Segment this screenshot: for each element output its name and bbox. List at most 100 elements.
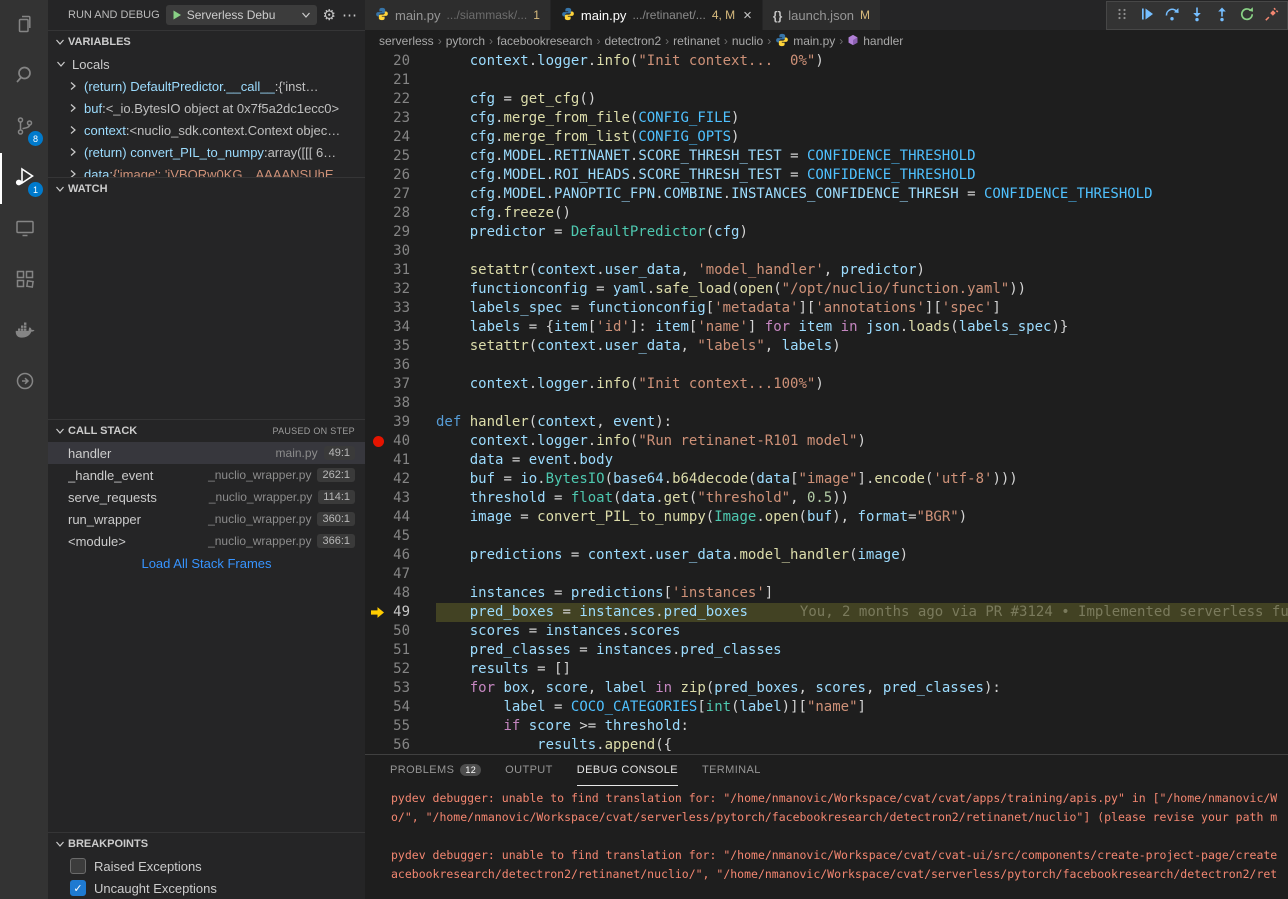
code-line[interactable]: 26 cfg.MODEL.ROI_HEADS.SCORE_THRESH_TEST… [365, 166, 1288, 185]
code-line[interactable]: 28 cfg.freeze() [365, 204, 1288, 223]
debug-console-output[interactable]: pydev debugger: unable to find translati… [365, 786, 1288, 899]
code-line[interactable]: 21 [365, 71, 1288, 90]
line-number-gutter[interactable]: 26 [365, 166, 436, 185]
breadcrumb-item[interactable]: serverless [379, 34, 434, 48]
code-line[interactable]: 27 cfg.MODEL.PANOPTIC_FPN.COMBINE.INSTAN… [365, 185, 1288, 204]
line-number-gutter[interactable]: 22 [365, 90, 436, 109]
line-number-gutter[interactable]: 38 [365, 394, 436, 413]
editor-tab-2[interactable]: {}launch.jsonM [763, 0, 881, 30]
line-number-gutter[interactable]: 34 [365, 318, 436, 337]
code-line[interactable]: 46 predictions = context.user_data.model… [365, 546, 1288, 565]
code-line[interactable]: 48 instances = predictions['instances'] [365, 584, 1288, 603]
panel-tab-output[interactable]: OUTPUT [505, 755, 553, 786]
variable-row[interactable]: context: <nuclio_sdk.context.Context obj… [48, 119, 365, 141]
code-line[interactable]: 45 [365, 527, 1288, 546]
activity-item-search[interactable] [0, 51, 48, 102]
code-line[interactable]: 53 for box, score, label in zip(pred_box… [365, 679, 1288, 698]
code-line[interactable]: 49 pred_boxes = instances.pred_boxesYou,… [365, 603, 1288, 622]
activity-item-source-control[interactable]: 8 [0, 102, 48, 153]
line-number-gutter[interactable]: 29 [365, 223, 436, 242]
line-number-gutter[interactable]: 37 [365, 375, 436, 394]
code-line[interactable]: 25 cfg.MODEL.RETINANET.SCORE_THRESH_TEST… [365, 147, 1288, 166]
disconnect-button[interactable] [1260, 4, 1284, 28]
activity-item-explorer[interactable] [0, 0, 48, 51]
variable-row[interactable]: (return) DefaultPredictor.__call__: {'in… [48, 75, 365, 97]
panel-tab-problems[interactable]: PROBLEMS12 [390, 755, 481, 786]
callstack-section-header[interactable]: CALL STACK PAUSED ON STEP [48, 419, 365, 442]
line-number-gutter[interactable]: 41 [365, 451, 436, 470]
line-number-gutter[interactable]: 47 [365, 565, 436, 584]
code-line[interactable]: 54 label = COCO_CATEGORIES[int(label)]["… [365, 698, 1288, 717]
activity-item-docker[interactable] [0, 306, 48, 357]
activity-item-live-share[interactable] [0, 357, 48, 408]
code-line[interactable]: 40 context.logger.info("Run retinanet-R1… [365, 432, 1288, 451]
callstack-frame[interactable]: <module>_nuclio_wrapper.py366:1 [48, 530, 365, 552]
line-number-gutter[interactable]: 48 [365, 584, 436, 603]
line-number-gutter[interactable]: 21 [365, 71, 436, 90]
code-line[interactable]: 41 data = event.body [365, 451, 1288, 470]
line-number-gutter[interactable]: 23 [365, 109, 436, 128]
callstack-frame[interactable]: serve_requests_nuclio_wrapper.py114:1 [48, 486, 365, 508]
breadcrumb-item[interactable]: pytorch [446, 34, 485, 48]
step-into-button[interactable] [1185, 4, 1209, 28]
more-actions-icon[interactable]: ⋯ [342, 8, 357, 23]
code-line[interactable]: 32 functionconfig = yaml.safe_load(open(… [365, 280, 1288, 299]
restart-button[interactable] [1235, 4, 1259, 28]
breadcrumb-item[interactable]: retinanet [673, 34, 720, 48]
code-line[interactable]: 56 results.append({ [365, 736, 1288, 754]
load-all-stack-frames-link[interactable]: Load All Stack Frames [48, 552, 365, 576]
checkbox[interactable]: ✓ [70, 880, 86, 896]
step-out-button[interactable] [1210, 4, 1234, 28]
line-number-gutter[interactable]: 36 [365, 356, 436, 375]
breadcrumb-item[interactable]: detectron2 [604, 34, 661, 48]
code-line[interactable]: 50 scores = instances.scores [365, 622, 1288, 641]
line-number-gutter[interactable]: 28 [365, 204, 436, 223]
activity-item-extensions[interactable] [0, 255, 48, 306]
code-line[interactable]: 52 results = [] [365, 660, 1288, 679]
line-number-gutter[interactable]: 30 [365, 242, 436, 261]
line-number-gutter[interactable]: 53 [365, 679, 436, 698]
code-line[interactable]: 37 context.logger.info("Init context...1… [365, 375, 1288, 394]
code-line[interactable]: 20 context.logger.info("Init context... … [365, 52, 1288, 71]
line-number-gutter[interactable]: 43 [365, 489, 436, 508]
line-number-gutter[interactable]: 39 [365, 413, 436, 432]
breadcrumb-item[interactable]: nuclio [732, 34, 763, 48]
code-line[interactable]: 36 [365, 356, 1288, 375]
line-number-gutter[interactable]: 42 [365, 470, 436, 489]
line-number-gutter[interactable]: 52 [365, 660, 436, 679]
continue-button[interactable] [1135, 4, 1159, 28]
breadcrumb-item[interactable]: facebookresearch [497, 34, 592, 48]
line-number-gutter[interactable]: 25 [365, 147, 436, 166]
activity-item-remote-explorer[interactable] [0, 204, 48, 255]
code-editor[interactable]: 20 context.logger.info("Init context... … [365, 52, 1288, 754]
line-number-gutter[interactable]: 49 [365, 603, 436, 622]
code-line[interactable]: 33 labels_spec = functionconfig['metadat… [365, 299, 1288, 318]
code-line[interactable]: 34 labels = {item['id']: item['name'] fo… [365, 318, 1288, 337]
watch-section-header[interactable]: WATCH [48, 177, 365, 200]
step-over-button[interactable] [1160, 4, 1184, 28]
line-number-gutter[interactable]: 50 [365, 622, 436, 641]
code-line[interactable]: 42 buf = io.BytesIO(base64.b64decode(dat… [365, 470, 1288, 489]
line-number-gutter[interactable]: 40 [365, 432, 436, 451]
line-number-gutter[interactable]: 31 [365, 261, 436, 280]
line-number-gutter[interactable]: 24 [365, 128, 436, 147]
line-number-gutter[interactable]: 46 [365, 546, 436, 565]
callstack-frame[interactable]: handlermain.py49:1 [48, 442, 365, 464]
line-number-gutter[interactable]: 55 [365, 717, 436, 736]
code-line[interactable]: 55 if score >= threshold: [365, 717, 1288, 736]
breadcrumb-item[interactable]: handler [847, 34, 903, 49]
code-line[interactable]: 38 [365, 394, 1288, 413]
breakpoints-section-header[interactable]: BREAKPOINTS [48, 832, 365, 855]
variables-scope-locals[interactable]: Locals [48, 53, 365, 75]
line-number-gutter[interactable]: 45 [365, 527, 436, 546]
code-line[interactable]: 35 setattr(context.user_data, "labels", … [365, 337, 1288, 356]
line-number-gutter[interactable]: 32 [365, 280, 436, 299]
callstack-frame[interactable]: _handle_event_nuclio_wrapper.py262:1 [48, 464, 365, 486]
line-number-gutter[interactable]: 56 [365, 736, 436, 754]
line-number-gutter[interactable]: 20 [365, 52, 436, 71]
line-number-gutter[interactable]: 35 [365, 337, 436, 356]
panel-tab-terminal[interactable]: TERMINAL [702, 755, 761, 786]
breakpoint-icon[interactable] [373, 436, 384, 447]
drag-handle-button[interactable] [1110, 4, 1134, 28]
variable-row[interactable]: data: {'image': 'iVBORw0KG…AAAANSUhE… [48, 163, 365, 177]
